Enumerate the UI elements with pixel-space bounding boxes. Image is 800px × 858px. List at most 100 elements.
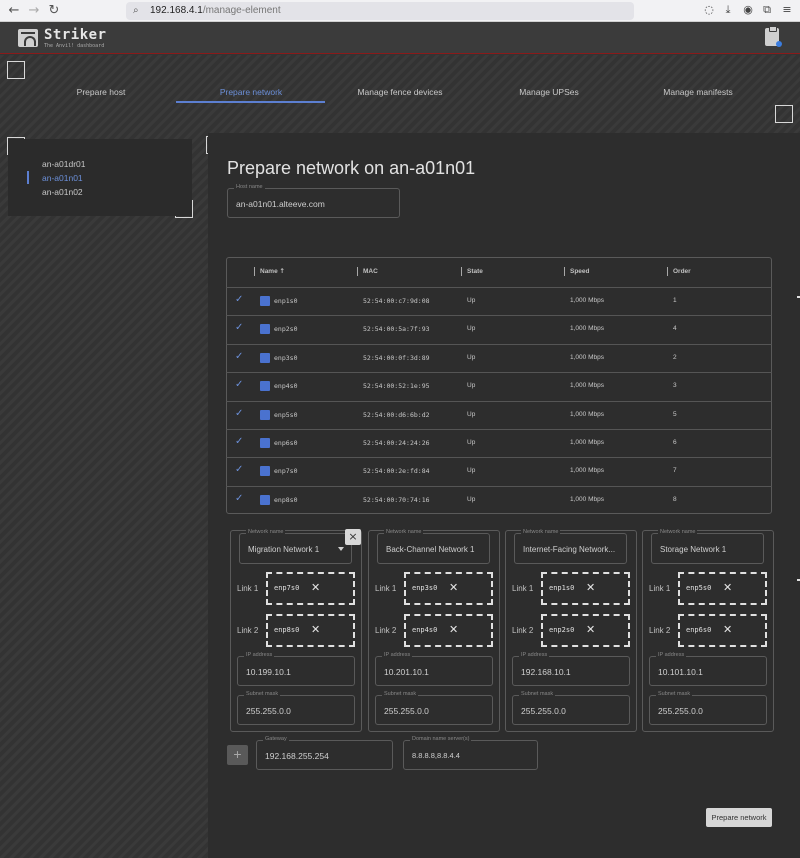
- download-icon[interactable]: ⤓: [721, 3, 735, 17]
- add-network-button[interactable]: +: [227, 745, 248, 765]
- column-header-speed[interactable]: Speed: [564, 267, 664, 276]
- checkmark-icon[interactable]: ✓: [235, 379, 243, 390]
- striker-logo-icon[interactable]: [18, 29, 38, 47]
- column-header-order[interactable]: Order: [667, 267, 767, 276]
- host-list-panel: [8, 139, 192, 216]
- ip-address-field[interactable]: IP address 10.201.10.1: [375, 652, 493, 686]
- column-header-mac[interactable]: MAC: [357, 267, 457, 276]
- close-icon[interactable]: ✕: [723, 623, 732, 636]
- cell-order: 8: [673, 496, 677, 503]
- link1-interface: enp7s0: [274, 584, 300, 592]
- link1-dropzone[interactable]: enp1s0 ✕: [541, 572, 630, 605]
- extensions-icon[interactable]: ⧉: [760, 3, 774, 17]
- checkmark-icon[interactable]: ✓: [235, 408, 243, 419]
- url-host: 192.168.4.1: [150, 5, 203, 16]
- subnet-mask-field[interactable]: Subnet mask 255.255.0.0: [375, 691, 493, 725]
- checkmark-icon[interactable]: ✓: [235, 464, 243, 475]
- column-header-name[interactable]: Name ↑: [254, 267, 354, 276]
- close-icon[interactable]: ✕: [449, 581, 458, 594]
- close-icon[interactable]: ✕: [449, 623, 458, 636]
- cell-state: Up: [467, 382, 476, 389]
- cell-mac: 52:54:00:52:1e:95: [363, 382, 430, 390]
- dns-value: 8.8.8.8,8.8.4.4: [412, 751, 460, 760]
- network-name-select[interactable]: Network name Internet-Facing Network...: [514, 529, 627, 564]
- close-icon[interactable]: ✕: [586, 581, 595, 594]
- table-row[interactable]: [226, 372, 772, 400]
- gateway-field[interactable]: Gateway 192.168.255.254: [256, 736, 393, 770]
- table-row[interactable]: [226, 287, 772, 315]
- checkmark-icon[interactable]: ✓: [235, 294, 243, 305]
- checkmark-icon[interactable]: ✓: [235, 436, 243, 447]
- link2-dropzone[interactable]: enp8s0 ✕: [266, 614, 355, 647]
- host-item-an-a01dr01[interactable]: an-a01dr01: [42, 159, 85, 169]
- close-icon[interactable]: ✕: [586, 623, 595, 636]
- arrow-right-icon[interactable]: →: [26, 3, 42, 19]
- network-name-select[interactable]: Network name Migration Network 1: [239, 529, 352, 564]
- column-header-state[interactable]: State: [461, 267, 561, 276]
- link2-dropzone[interactable]: enp6s0 ✕: [678, 614, 767, 647]
- drag-handle-icon[interactable]: [260, 466, 270, 476]
- ip-address-value: 10.199.10.1: [246, 667, 291, 677]
- close-icon[interactable]: ✕: [311, 581, 320, 594]
- tab-manage-fence-devices[interactable]: Manage fence devices: [325, 87, 475, 97]
- cell-speed: 1,000 Mbps: [570, 467, 604, 474]
- subnet-mask-field[interactable]: Subnet mask 255.255.0.0: [237, 691, 355, 725]
- table-row[interactable]: [226, 486, 772, 514]
- link1-dropzone[interactable]: enp5s0 ✕: [678, 572, 767, 605]
- link1-dropzone[interactable]: enp3s0 ✕: [404, 572, 493, 605]
- drag-handle-icon[interactable]: [260, 296, 270, 306]
- prepare-network-button[interactable]: Prepare network: [706, 808, 772, 827]
- checkmark-icon[interactable]: ✓: [235, 493, 243, 504]
- ip-address-field[interactable]: IP address 10.199.10.1: [237, 652, 355, 686]
- browser-toolbar: ← → ↻ ⌕ 192.168.4.1/manage-element ◌ ⤓ ◉…: [0, 0, 800, 22]
- network-name-value: Migration Network 1: [248, 545, 320, 554]
- tab-manage-upses[interactable]: Manage UPSes: [474, 87, 624, 97]
- link2-dropzone[interactable]: enp2s0 ✕: [541, 614, 630, 647]
- host-item-an-a01n01[interactable]: an-a01n01: [42, 173, 83, 183]
- drag-handle-icon[interactable]: [260, 381, 270, 391]
- ip-address-field[interactable]: IP address 192.168.10.1: [512, 652, 630, 686]
- tab-prepare-host[interactable]: Prepare host: [26, 87, 176, 97]
- close-icon[interactable]: ✕: [723, 581, 732, 594]
- remove-network-button[interactable]: ×: [345, 529, 361, 545]
- close-icon[interactable]: ✕: [311, 623, 320, 636]
- network-name-select[interactable]: Network name Back-Channel Network 1: [377, 529, 490, 564]
- tab-prepare-network[interactable]: Prepare network: [176, 87, 326, 97]
- subnet-mask-field[interactable]: Subnet mask 255.255.0.0: [512, 691, 630, 725]
- ip-address-field[interactable]: IP address 10.101.10.1: [649, 652, 767, 686]
- tab-manage-manifests[interactable]: Manage manifests: [623, 87, 773, 97]
- drag-handle-icon[interactable]: [260, 353, 270, 363]
- network-name-select[interactable]: Network name Storage Network 1: [651, 529, 764, 564]
- link1-dropzone[interactable]: enp7s0 ✕: [266, 572, 355, 605]
- table-row[interactable]: [226, 429, 772, 457]
- arrow-left-icon[interactable]: ←: [6, 3, 22, 19]
- cell-name: enp6s0: [274, 439, 298, 447]
- dns-field[interactable]: Domain name server(s) 8.8.8.8,8.8.4.4: [403, 736, 538, 770]
- menu-icon[interactable]: ≡: [780, 3, 794, 17]
- table-row[interactable]: [226, 344, 772, 372]
- link2-dropzone[interactable]: enp4s0 ✕: [404, 614, 493, 647]
- checkmark-icon[interactable]: ✓: [235, 351, 243, 362]
- checkmark-icon[interactable]: ✓: [235, 322, 243, 333]
- host-name-field[interactable]: Host name an-a01n01.alteeve.com: [227, 184, 400, 218]
- drag-handle-icon[interactable]: [260, 495, 270, 505]
- address-bar[interactable]: ⌕ 192.168.4.1/manage-element: [126, 2, 634, 20]
- table-row[interactable]: [226, 457, 772, 485]
- chevron-down-icon[interactable]: [338, 547, 344, 551]
- pocket-icon[interactable]: ◌: [702, 3, 716, 17]
- clipboard-icon[interactable]: [765, 26, 782, 47]
- account-icon[interactable]: ◉: [741, 3, 755, 17]
- table-row[interactable]: [226, 315, 772, 343]
- drag-handle-icon[interactable]: [260, 324, 270, 334]
- panel-corner-marker: [7, 61, 25, 79]
- host-item-an-a01n02[interactable]: an-a01n02: [42, 187, 83, 197]
- brand-subtitle: The Anvil! dashboard: [44, 43, 105, 49]
- subnet-mask-field[interactable]: Subnet mask 255.255.0.0: [649, 691, 767, 725]
- table-row[interactable]: [226, 401, 772, 429]
- subnet-mask-value: 255.255.0.0: [521, 706, 566, 716]
- search-icon: ⌕: [133, 5, 139, 16]
- drag-handle-icon[interactable]: [260, 438, 270, 448]
- drag-handle-icon[interactable]: [260, 410, 270, 420]
- network-name-label: Network name: [521, 529, 561, 535]
- reload-icon[interactable]: ↻: [46, 3, 62, 19]
